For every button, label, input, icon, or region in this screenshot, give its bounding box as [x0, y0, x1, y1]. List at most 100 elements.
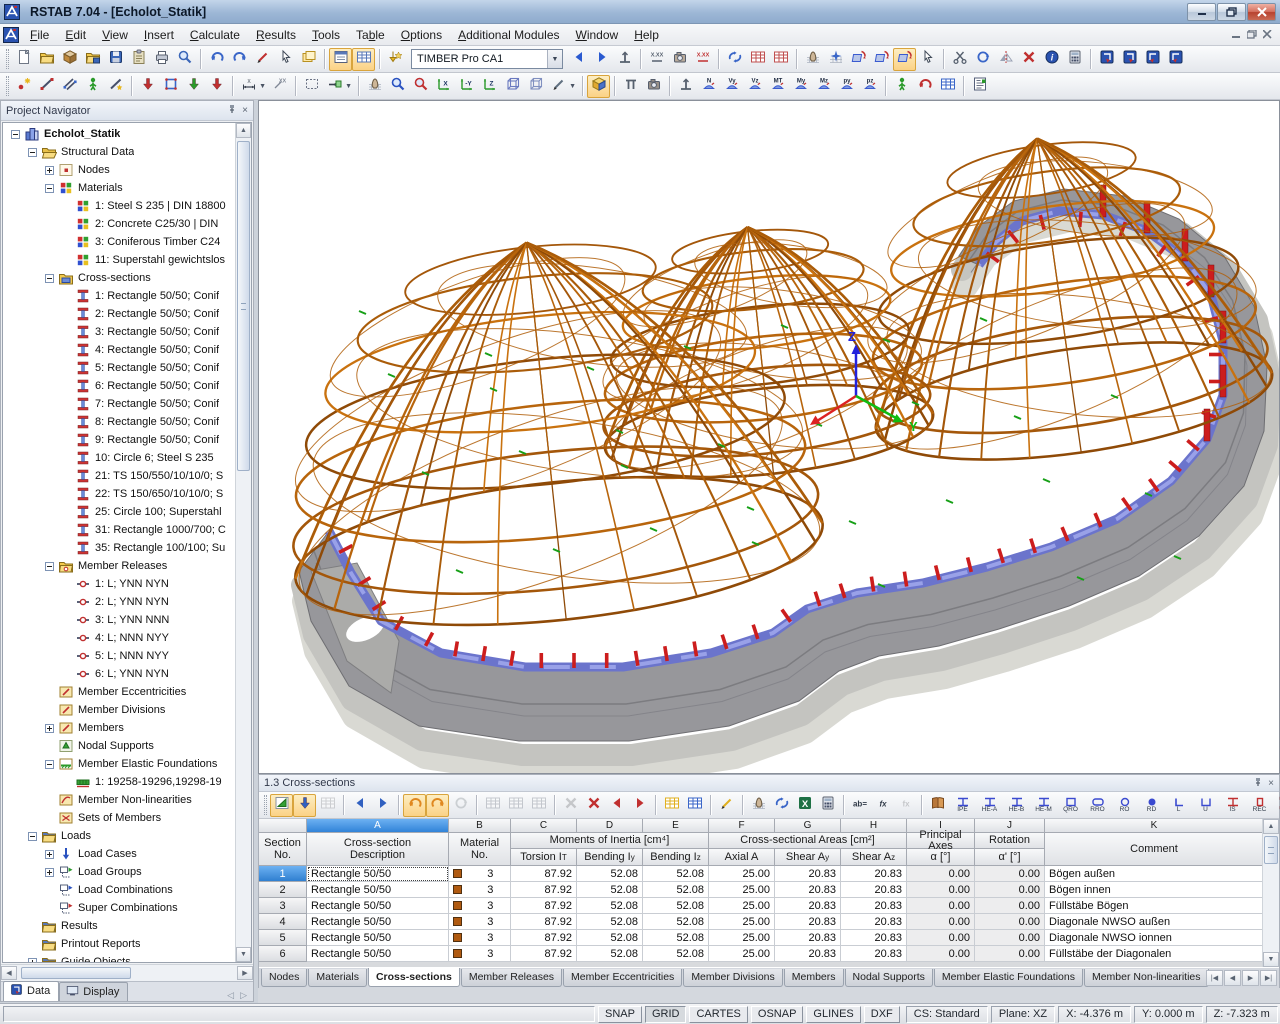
tree-item-results[interactable]: Results — [3, 917, 234, 935]
result-mt-button[interactable]: MT — [766, 75, 789, 98]
show-loads-button[interactable] — [613, 48, 636, 71]
row-header-4[interactable]: 4 — [259, 914, 307, 930]
view-direction-x-button[interactable] — [1095, 48, 1118, 71]
print-preview-button[interactable] — [173, 48, 196, 71]
cell-az[interactable]: 20.83 — [841, 946, 907, 962]
cell-a[interactable]: 25.00 — [709, 882, 775, 898]
new-window-button[interactable] — [297, 48, 320, 71]
menu-edit[interactable]: Edit — [57, 26, 94, 44]
save-button[interactable] — [104, 48, 127, 71]
row-header-1[interactable]: 1 — [259, 866, 307, 882]
table-view-button[interactable] — [683, 794, 706, 817]
new-double-member-button[interactable] — [58, 75, 81, 98]
cell-az[interactable]: 20.83 — [841, 882, 907, 898]
column-header-E[interactable]: E — [643, 819, 709, 833]
cell-iy[interactable]: 52.08 — [577, 946, 643, 962]
expand-icon[interactable] — [45, 850, 54, 859]
column-header-B[interactable]: B — [449, 819, 511, 833]
menu-table[interactable]: Table — [348, 26, 393, 44]
cell-az[interactable]: 20.83 — [841, 914, 907, 930]
result-pz-button[interactable]: pz — [858, 75, 881, 98]
result-py-button[interactable]: py — [835, 75, 858, 98]
tables-toggle-button[interactable] — [352, 48, 375, 71]
menu-view[interactable]: View — [94, 26, 136, 44]
row-header-2[interactable]: 2 — [259, 882, 307, 898]
sync-tables-button[interactable] — [770, 794, 793, 817]
cell-comment[interactable]: Füllstäbe Bögen — [1045, 898, 1264, 914]
open-file-button[interactable] — [35, 48, 58, 71]
select-window-button[interactable] — [300, 75, 323, 98]
scroll-left-icon[interactable]: ◀ — [1, 966, 17, 980]
cell-alpha[interactable]: 0.00 — [907, 914, 975, 930]
cell-iz[interactable]: 52.08 — [643, 914, 709, 930]
cell-az[interactable]: 20.83 — [841, 866, 907, 882]
animation-button[interactable] — [913, 75, 936, 98]
expand-icon[interactable] — [28, 958, 37, 964]
result-table-a-button[interactable] — [746, 48, 769, 71]
tree-item-members[interactable]: Members — [3, 719, 234, 737]
tree-item-2-l-ynn-nyn[interactable]: 2: L; YNN NYN — [3, 593, 234, 611]
expand-icon[interactable] — [45, 166, 54, 175]
mdi-close-icon[interactable] — [1263, 28, 1272, 42]
scrollbar-thumb[interactable] — [1264, 836, 1278, 864]
section-hem-button[interactable]: HE-M — [1030, 793, 1057, 817]
calculator-button[interactable] — [816, 794, 839, 817]
edit-polyline-button[interactable] — [251, 48, 274, 71]
result-tables-button[interactable] — [936, 75, 959, 98]
tree-item-1-19258-19296-19298-19[interactable]: 1: 19258-19296,19298-19 — [3, 773, 234, 791]
pin-icon[interactable] — [227, 104, 237, 117]
section-qro-button[interactable]: QRO — [1057, 793, 1084, 817]
data-navigator-toggle-button[interactable] — [329, 48, 352, 71]
column-header-J[interactable]: J — [975, 819, 1045, 833]
tree-item-21-ts-150-550-10-10-0-s[interactable]: 21: TS 150/550/10/10/0; S — [3, 467, 234, 485]
cell-ay[interactable]: 20.83 — [775, 930, 841, 946]
cell-az[interactable]: 20.83 — [841, 930, 907, 946]
new-member-button[interactable] — [35, 75, 58, 98]
collapse-icon[interactable] — [11, 130, 20, 139]
steel-sections-button[interactable] — [1273, 794, 1280, 817]
status-toggle-grid[interactable]: GRID — [645, 1006, 687, 1023]
clipboard-button[interactable] — [127, 48, 150, 71]
shift-view-button[interactable] — [363, 75, 386, 98]
column-left-button[interactable] — [348, 794, 371, 817]
tab-nav-first-icon[interactable]: |◀ — [1206, 970, 1223, 986]
status-toggle-snap[interactable]: SNAP — [598, 1006, 642, 1023]
cell-alpha-prime[interactable]: 0.00 — [975, 898, 1045, 914]
section-library-button[interactable] — [926, 794, 949, 817]
view-direction-iso-button[interactable] — [1164, 48, 1187, 71]
menu-options[interactable]: Options — [393, 26, 450, 44]
column-header-K[interactable]: K — [1045, 819, 1264, 833]
next-load-case-button[interactable] — [590, 48, 613, 71]
cell-a[interactable]: 25.00 — [709, 946, 775, 962]
table-notes-button[interactable] — [715, 794, 738, 817]
cell-alpha-prime[interactable]: 0.00 — [975, 882, 1045, 898]
table-tab-members[interactable]: Members — [784, 969, 844, 987]
result-my-button[interactable]: My — [789, 75, 812, 98]
regenerate-model-button[interactable] — [1063, 48, 1086, 71]
table-colors-button[interactable] — [660, 794, 683, 817]
section-ro-button[interactable]: RO — [1111, 793, 1138, 817]
delete-column-right-button[interactable] — [628, 794, 651, 817]
tree-item-6-l-ynn-nyn[interactable]: 6: L; YNN NYN — [3, 665, 234, 683]
cell-comment[interactable]: Bögen innen — [1045, 882, 1264, 898]
cell-it[interactable]: 87.92 — [511, 914, 577, 930]
view-direction-z-button[interactable] — [1141, 48, 1164, 71]
collapse-icon[interactable] — [45, 274, 54, 283]
copy-row-button[interactable] — [504, 794, 527, 817]
column-header-G[interactable]: G — [775, 819, 841, 833]
open-project-button[interactable] — [58, 48, 81, 71]
delete-column-left-button[interactable] — [605, 794, 628, 817]
tree-item-member-releases[interactable]: Member Releases — [3, 557, 234, 575]
column-header-A[interactable]: A — [307, 819, 449, 833]
cell-comment[interactable]: Bögen außen — [1045, 866, 1264, 882]
visibility-mode-button[interactable]: ▼ — [547, 75, 570, 98]
cell-alpha[interactable]: 0.00 — [907, 882, 975, 898]
chevron-down-icon[interactable]: ▼ — [547, 50, 562, 68]
move-copy-button[interactable]: ▼ — [323, 75, 346, 98]
status-toggle-dxf[interactable]: DXF — [864, 1006, 900, 1023]
tree-item-materials[interactable]: Materials — [3, 179, 234, 197]
cell-material[interactable]: 3 — [449, 866, 511, 882]
cell-iy[interactable]: 52.08 — [577, 898, 643, 914]
show-results-button[interactable] — [668, 48, 691, 71]
comments-button[interactable]: XX — [268, 75, 291, 98]
